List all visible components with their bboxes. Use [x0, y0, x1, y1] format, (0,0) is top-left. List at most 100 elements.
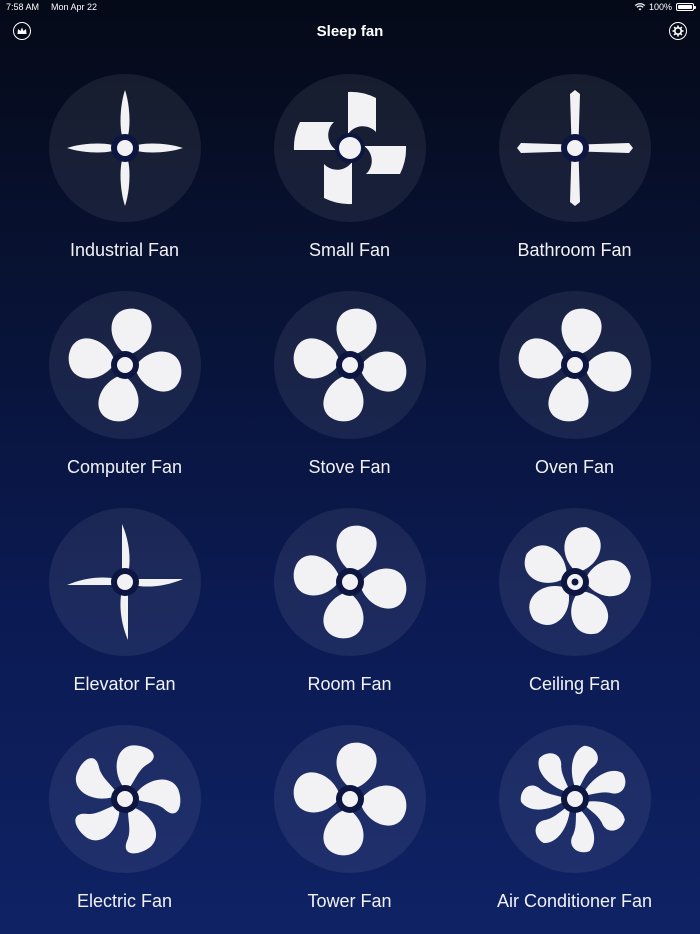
fan-icon	[518, 308, 631, 422]
fan-icon-circle[interactable]	[273, 508, 426, 656]
fan-tile[interactable]: Tower Fan	[237, 725, 462, 912]
fan-blade	[323, 162, 352, 205]
fan-icon-circle[interactable]	[498, 725, 651, 873]
fan-hub	[116, 140, 133, 156]
fan-blade	[132, 579, 183, 587]
fan-label: Industrial Fan	[69, 240, 180, 260]
fan-icon-circle[interactable]	[273, 725, 426, 873]
fan-icon-circle[interactable]	[48, 74, 201, 222]
fan-blade	[121, 524, 130, 574]
fan-tile[interactable]: Ceiling Fan	[462, 508, 687, 695]
fan-hub	[341, 574, 358, 590]
fan-hub	[341, 791, 358, 807]
fan-icon	[293, 742, 406, 856]
gear-icon[interactable]	[669, 22, 687, 40]
fan-hub	[566, 357, 583, 373]
fan-blade	[584, 351, 631, 392]
fan-label: Air Conditioner Fan	[496, 891, 653, 911]
status-right: 100%	[634, 2, 696, 12]
fan-label: Room Fan	[307, 674, 392, 694]
fan-icon-circle[interactable]	[498, 508, 651, 656]
fan-tile[interactable]: Stove Fan	[237, 291, 462, 478]
fan-tile[interactable]: Bathroom Fan	[462, 74, 687, 261]
fan-icon-circle[interactable]	[48, 291, 201, 439]
fan-tile[interactable]: Oven Fan	[462, 291, 687, 478]
fan-blade	[293, 338, 340, 379]
fan-label: Ceiling Fan	[528, 674, 621, 694]
fan-blade	[518, 338, 565, 379]
fan-icon	[66, 90, 183, 206]
fan-label: Oven Fan	[534, 457, 615, 477]
fan-icon	[293, 308, 406, 422]
fan-hub	[338, 137, 361, 159]
fan-label: Computer Fan	[66, 457, 183, 477]
fan-icon-circle[interactable]	[273, 291, 426, 439]
fan-icon	[68, 308, 181, 422]
page-title: Sleep fan	[316, 22, 384, 40]
fan-icon	[524, 527, 631, 635]
fan-hub	[341, 357, 358, 373]
fan-icon	[293, 91, 406, 205]
battery-percent: 100%	[648, 2, 672, 12]
fan-tile[interactable]: Room Fan	[237, 508, 462, 695]
status-date: Mon Apr 22	[51, 2, 98, 12]
fan-icon-circle[interactable]	[498, 291, 651, 439]
fan-blade	[347, 91, 376, 134]
fan-label: Stove Fan	[308, 457, 391, 477]
fan-icon-circle[interactable]	[48, 508, 201, 656]
fan-icon-circle[interactable]	[273, 74, 426, 222]
battery-icon	[676, 3, 696, 11]
fan-label: Small Fan	[308, 240, 391, 260]
fan-icon	[520, 745, 625, 853]
fan-blade	[359, 351, 406, 392]
wifi-icon	[634, 3, 645, 11]
fan-tile[interactable]: Industrial Fan	[12, 74, 237, 261]
fan-blade	[111, 308, 152, 356]
fan-blade	[119, 590, 128, 640]
fan-blade	[561, 308, 602, 356]
fan-blade	[293, 772, 340, 813]
fan-label: Tower Fan	[307, 891, 392, 911]
fan-blade	[68, 338, 115, 379]
fan-tile[interactable]: Small Fan	[237, 74, 462, 261]
fan-blade	[363, 146, 406, 174]
nav-bar: Sleep fan	[0, 16, 700, 46]
fan-blade	[336, 525, 377, 573]
fan-label: Electric Fan	[76, 891, 173, 911]
fan-hub-center	[571, 578, 578, 586]
fan-blade	[547, 374, 588, 422]
fan-blade	[359, 785, 406, 826]
fan-icon-circle[interactable]	[498, 74, 651, 222]
fan-grid: Industrial Fan Small Fan Bathroom Fan Compu…	[12, 74, 688, 912]
fan-label: Elevator Fan	[73, 674, 176, 694]
fan-icon-circle[interactable]	[48, 725, 201, 873]
fan-blade	[336, 308, 377, 356]
fan-blade	[293, 122, 336, 150]
fan-icon	[66, 524, 183, 640]
fan-icon	[74, 745, 180, 854]
fan-blade	[322, 374, 363, 422]
fan-tile[interactable]: Elevator Fan	[12, 508, 237, 695]
fan-icon	[293, 525, 406, 639]
fan-blade	[336, 742, 377, 790]
fan-hub	[116, 791, 133, 807]
fan-hub	[116, 357, 133, 373]
fan-tile[interactable]: Electric Fan	[12, 725, 237, 912]
fan-blade	[359, 568, 406, 609]
fan-blade	[322, 808, 363, 856]
fan-label: Bathroom Fan	[517, 240, 632, 260]
status-time: 7:58 AM	[6, 2, 40, 12]
fan-hub	[566, 791, 583, 807]
fan-hub	[566, 140, 583, 156]
status-bar: 7:58 AM Mon Apr 22 100%	[0, 0, 700, 14]
crown-icon[interactable]	[13, 22, 31, 40]
fan-blade	[66, 577, 117, 585]
fan-blade	[134, 351, 181, 392]
fan-blade	[97, 374, 138, 422]
fan-hub	[116, 574, 133, 590]
fan-tile[interactable]: Air Conditioner Fan	[462, 725, 687, 912]
fan-blade	[293, 555, 340, 596]
fan-tile[interactable]: Computer Fan	[12, 291, 237, 478]
fan-blade	[322, 591, 363, 639]
fan-icon	[516, 90, 633, 206]
